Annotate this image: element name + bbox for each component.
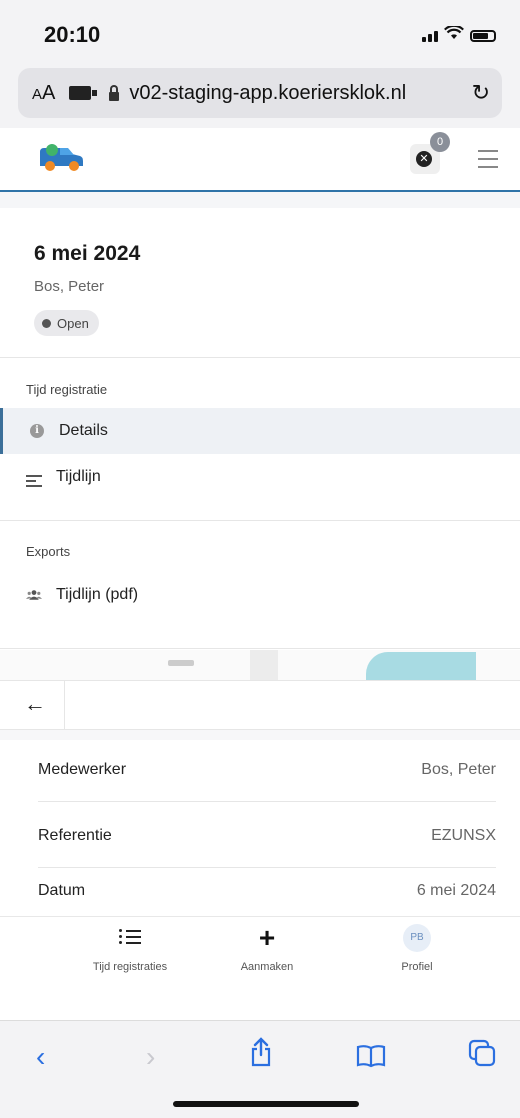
- nav-item-tijdlijn[interactable]: Tijdlijn: [0, 454, 520, 500]
- tab-aanmaken[interactable]: + Aanmaken: [182, 922, 352, 974]
- status-badge: Open: [34, 310, 99, 336]
- detail-row-referentie: Referentie EZUNSX: [38, 803, 496, 869]
- signal-icon: [422, 30, 438, 42]
- extension-icon[interactable]: [69, 86, 98, 100]
- tab-label: Aanmaken: [240, 961, 294, 973]
- section-label-exports: Exports: [26, 544, 71, 559]
- timeline-icon: [26, 474, 42, 487]
- back-arrow-icon[interactable]: ←: [24, 691, 46, 717]
- top-strip: [0, 192, 520, 208]
- share-icon[interactable]: [250, 1037, 272, 1074]
- tab-label: Profiel: [401, 961, 433, 973]
- record-panel: 6 mei 2024 Bos, Peter Open Tijd registra…: [0, 192, 520, 650]
- address-bar[interactable]: AA v02-staging-app.koeriersklok.nl ↻: [18, 68, 502, 118]
- divider: [38, 867, 496, 868]
- nav-item-label: Tijdlijn (pdf): [56, 586, 139, 603]
- reload-icon[interactable]: ↻: [472, 80, 490, 106]
- nav-item-tijdlijn-pdf[interactable]: Tijdlijn (pdf): [0, 572, 520, 618]
- detail-value: EZUNSX: [431, 827, 496, 844]
- employee-name: Bos, Peter: [34, 278, 105, 295]
- plus-icon: +: [258, 922, 276, 953]
- home-indicator: [173, 1101, 359, 1107]
- divider: [0, 520, 520, 521]
- section-label-tijd-registratie: Tijd registratie: [26, 382, 108, 397]
- browser-toolbar: ‹ ›: [0, 1020, 520, 1118]
- back-bar: ←: [0, 681, 520, 730]
- text-size-button[interactable]: AA: [32, 82, 55, 105]
- divider: [38, 801, 496, 802]
- hamburger-icon[interactable]: [478, 150, 498, 174]
- forward-icon[interactable]: ›: [146, 1041, 155, 1073]
- page-title: 6 mei 2024: [34, 242, 141, 265]
- details-panel: ← Medewerker Bos, Peter Referentie EZUNS…: [0, 680, 520, 917]
- status-icons: [422, 24, 496, 45]
- info-icon: i: [29, 424, 45, 438]
- detail-value: 6 mei 2024: [416, 882, 496, 899]
- list-icon: [119, 929, 141, 947]
- tabs-icon[interactable]: [468, 1039, 496, 1074]
- lock-icon: [109, 84, 120, 101]
- notification-button[interactable]: ✕ 0: [410, 132, 450, 174]
- detail-label: Medewerker: [38, 761, 127, 778]
- url-text[interactable]: v02-staging-app.koeriersklok.nl: [129, 82, 406, 105]
- decorative-shape: [168, 660, 194, 666]
- detail-value: Bos, Peter: [421, 761, 496, 778]
- wifi-icon: [444, 24, 464, 45]
- divider: [64, 681, 65, 729]
- close-icon: ✕: [416, 151, 432, 167]
- battery-icon: [470, 29, 496, 42]
- app-header: ✕ 0: [0, 128, 520, 192]
- nav-item-details[interactable]: i Details: [0, 408, 520, 454]
- delivery-van-icon[interactable]: [38, 142, 84, 179]
- bookmarks-icon[interactable]: [356, 1043, 386, 1075]
- back-icon[interactable]: ‹: [36, 1041, 45, 1073]
- nav-item-label: Details: [59, 422, 108, 439]
- tab-profiel[interactable]: PB Profiel: [332, 924, 502, 973]
- status-label: Open: [57, 315, 89, 331]
- tab-bar: Tijd registraties + Aanmaken PB Profiel: [0, 916, 520, 1021]
- divider: [0, 357, 520, 358]
- detail-row-datum: Datum 6 mei 2024: [38, 869, 496, 913]
- background-strip: [0, 650, 520, 680]
- nav-item-label: Tijdlijn: [56, 468, 101, 485]
- detail-label: Referentie: [38, 827, 112, 844]
- decorative-shape: [250, 650, 278, 680]
- detail-label: Datum: [38, 882, 86, 899]
- avatar: PB: [403, 924, 431, 952]
- status-dot-icon: [42, 318, 51, 328]
- status-time: 20:10: [44, 22, 101, 47]
- divider: [0, 648, 520, 649]
- notification-badge: 0: [430, 132, 450, 152]
- decorative-shape: [366, 652, 476, 680]
- detail-row-medewerker: Medewerker Bos, Peter: [38, 737, 496, 803]
- users-icon: [26, 588, 42, 602]
